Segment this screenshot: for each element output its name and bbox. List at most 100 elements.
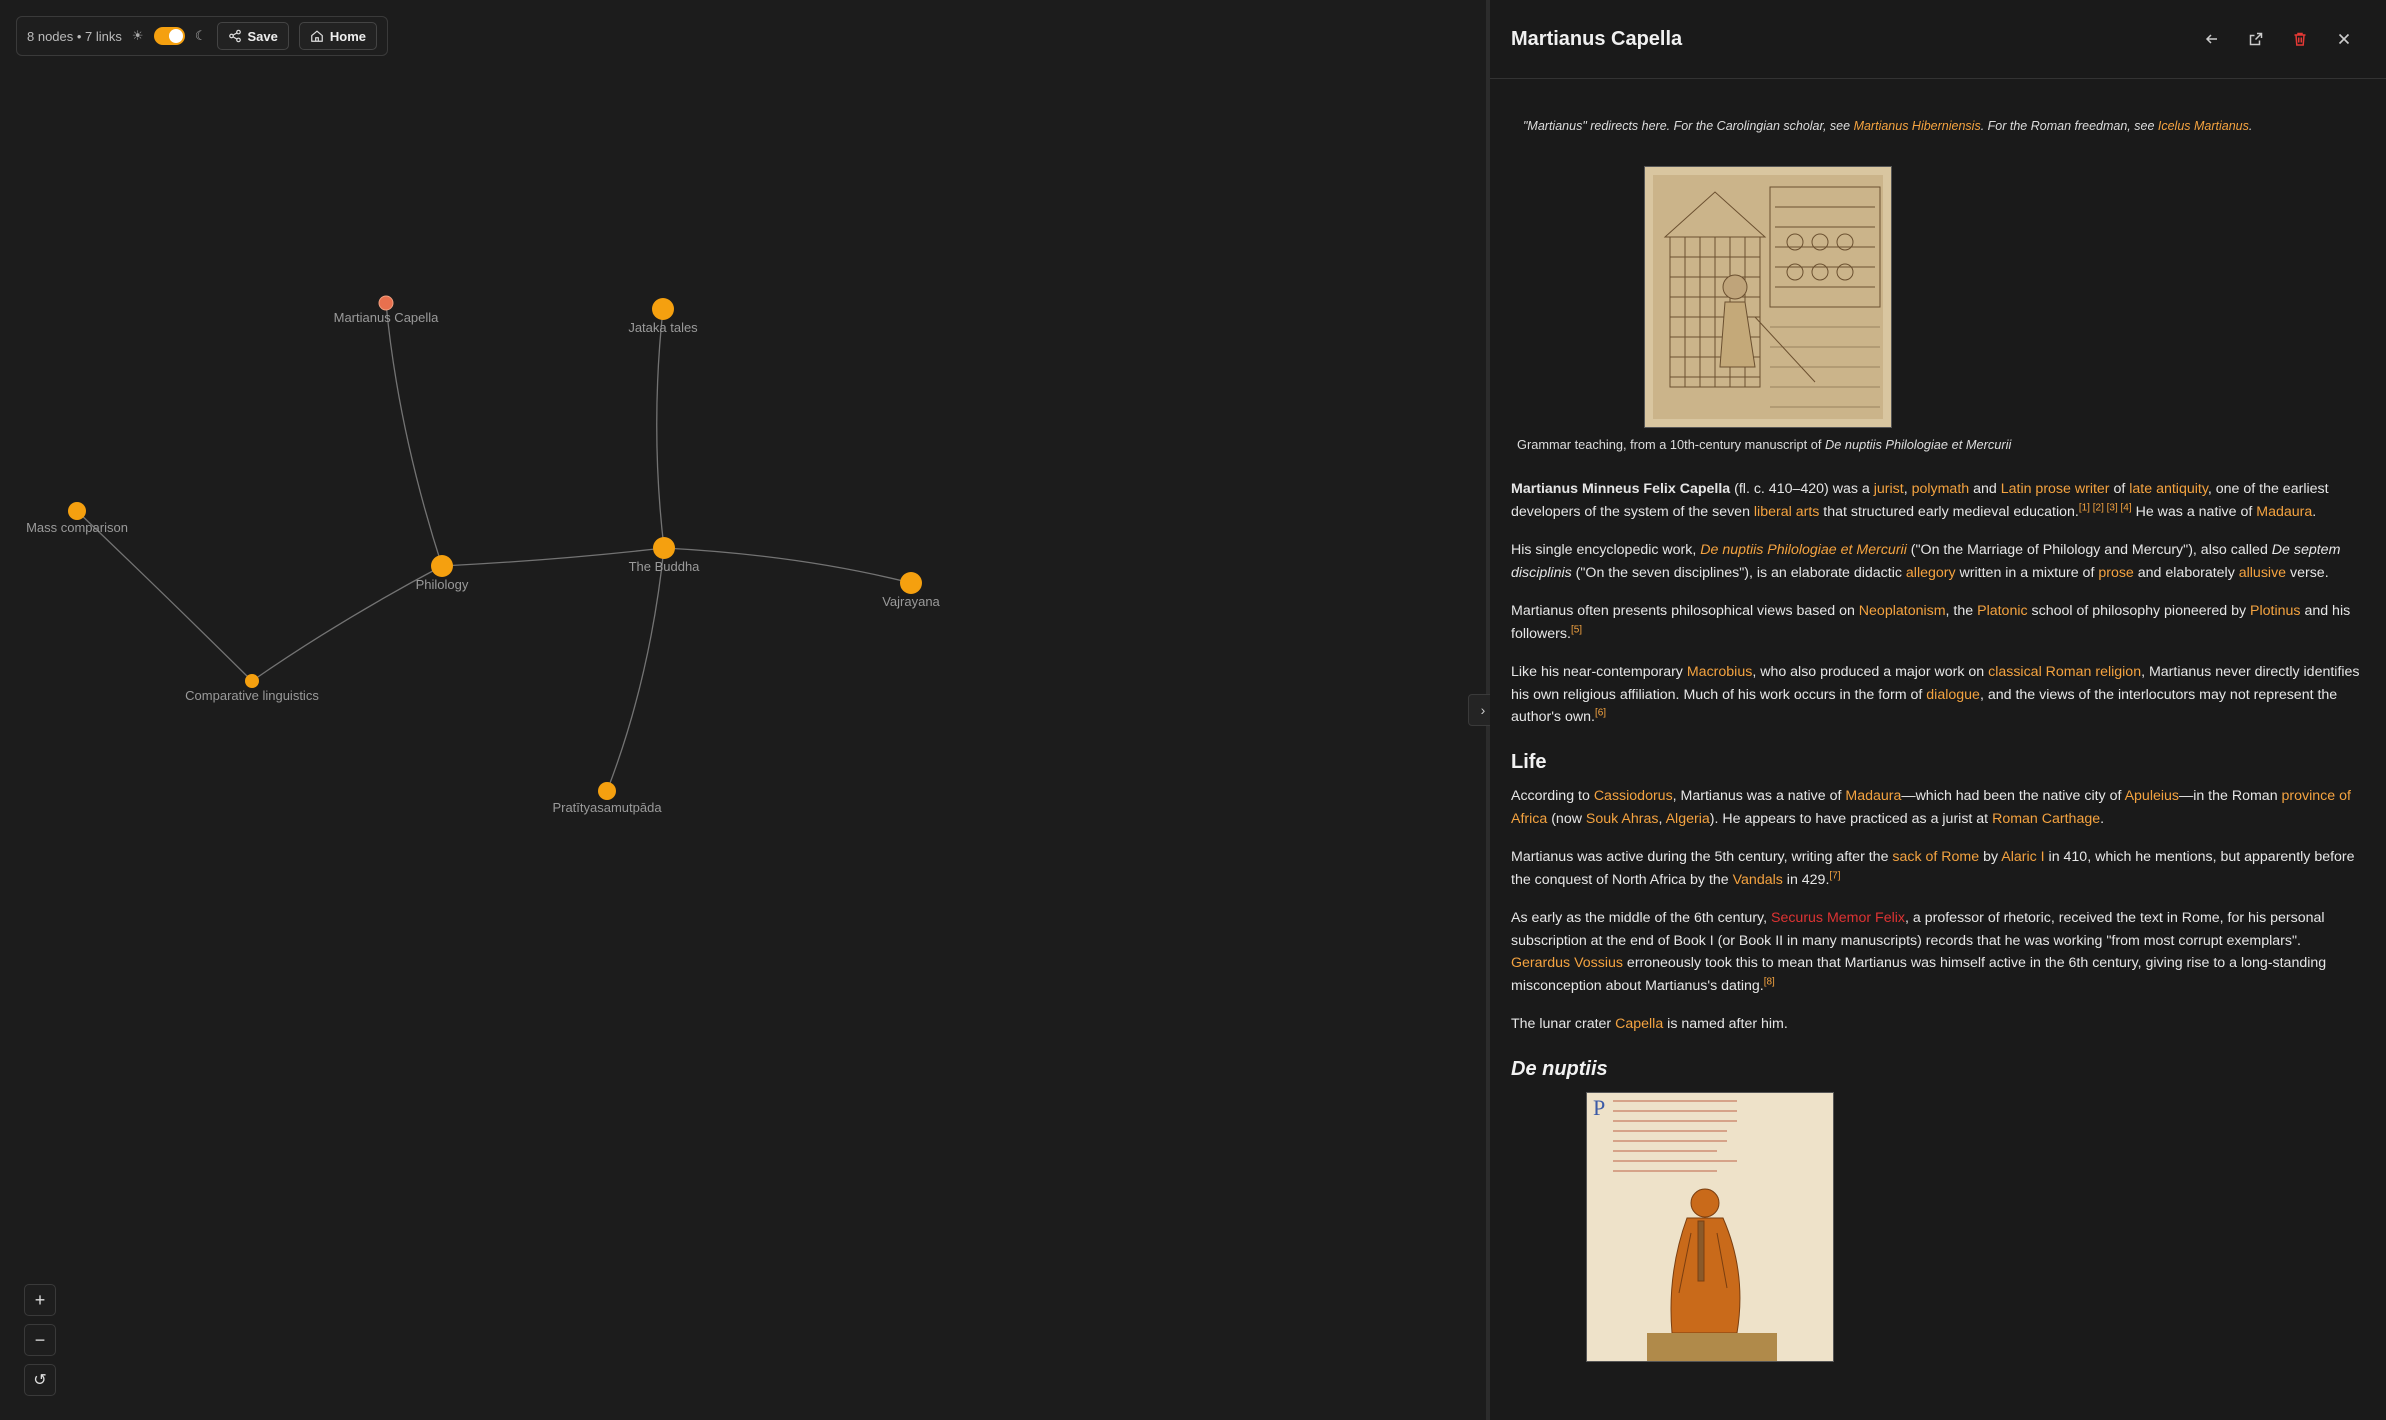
article-body: "Martianus" redirects here. For the Caro… [1490, 79, 2386, 1362]
link[interactable]: Plotinus [2250, 603, 2300, 619]
link[interactable]: Capella [1615, 1016, 1663, 1032]
text: Grammar teaching, from a 10th-century ma… [1517, 436, 1825, 452]
graph-node-martianus[interactable]: Martianus Capella [334, 295, 440, 325]
zoom-in-button[interactable]: + [24, 1284, 56, 1316]
delete-node-button[interactable] [2278, 31, 2322, 47]
link[interactable]: jurist [1874, 481, 1904, 497]
panel-title: Martianus Capella [1511, 27, 1683, 50]
link[interactable]: Madaura [2256, 504, 2312, 520]
paragraph: According to Cassiodorus, Martianus was … [1511, 785, 2360, 830]
home-button[interactable]: Home [298, 22, 377, 50]
link[interactable]: prose [2098, 565, 2134, 581]
link[interactable]: Vandals [1733, 872, 1783, 888]
graph-link [385, 302, 443, 567]
node-circle[interactable] [598, 782, 616, 800]
text: . [2100, 810, 2105, 827]
graph-link [663, 547, 912, 584]
citation[interactable]: [1] [2] [3] [4] [2079, 502, 2132, 513]
manuscript-image[interactable] [1644, 165, 1892, 428]
node-circle[interactable] [653, 537, 675, 559]
open-external-button[interactable] [2234, 31, 2278, 47]
moon-icon: ☾ [194, 28, 207, 43]
link[interactable]: liberal arts [1754, 504, 1819, 520]
paragraph: Martianus often presents philosophical v… [1511, 600, 2360, 645]
link[interactable]: De nuptiis Philologiae et Mercurii [1700, 542, 1907, 558]
text: Like his near-contemporary [1511, 664, 1687, 680]
graph-links [76, 302, 912, 792]
external-link-icon [2249, 32, 2263, 46]
text: is named after him. [1663, 1016, 1788, 1032]
link[interactable]: Neoplatonism [1859, 603, 1946, 619]
link[interactable]: Latin prose writer [2001, 481, 2110, 497]
graph-node-prat[interactable]: Pratītyasamutpāda [552, 782, 662, 815]
link[interactable]: allegory [1906, 565, 1956, 581]
text: , the [1945, 603, 1978, 619]
node-label: The Buddha [629, 559, 701, 574]
home-label: Home [329, 28, 366, 44]
link[interactable]: late antiquity [2129, 481, 2208, 497]
graph-node-philology[interactable]: Philology [416, 555, 469, 592]
link[interactable]: polymath [1912, 481, 1970, 497]
graph-svg[interactable]: Martianus Capella Jataka tales Mass compar… [0, 0, 1486, 1420]
text: . For the Roman freedman, see [1980, 119, 2158, 133]
citation[interactable]: [7] [1829, 870, 1840, 881]
node-label: Jataka tales [628, 320, 698, 335]
link[interactable]: Apuleius [2125, 788, 2179, 804]
link[interactable]: Madaura [1845, 788, 1901, 804]
text: De nuptiis Philologiae et Mercurii [1824, 436, 2012, 452]
link[interactable]: Alaric I [2001, 849, 2044, 865]
node-circle[interactable] [245, 674, 259, 688]
sun-icon: ☀ [131, 28, 144, 43]
reset-view-button[interactable]: ↺ [24, 1364, 56, 1396]
link[interactable]: allusive [2239, 565, 2286, 581]
link[interactable]: Martianus Hiberniensis [1854, 119, 1981, 133]
zoom-out-button[interactable]: − [24, 1324, 56, 1356]
reset-icon: ↺ [33, 1372, 47, 1389]
close-panel-button[interactable] [2322, 31, 2366, 47]
link[interactable]: Macrobius [1687, 664, 1752, 680]
citation[interactable]: [5] [1571, 624, 1582, 635]
graph-toolbar: 8 nodes • 7 links ☀ ☾ Save Home [16, 16, 388, 56]
node-circle[interactable] [900, 572, 922, 594]
text: and [1969, 481, 2001, 497]
graph-node-buddha[interactable]: The Buddha [629, 537, 701, 574]
toggle-knob [168, 29, 183, 43]
redlink[interactable]: Securus Memor Felix [1771, 910, 1905, 926]
back-icon [2205, 34, 2217, 44]
link[interactable]: classical Roman religion [1988, 664, 2141, 680]
graph-canvas[interactable]: Martianus Capella Jataka tales Mass compar… [0, 0, 1486, 1420]
node-circle[interactable] [652, 298, 674, 320]
link[interactable]: sack of Rome [1892, 849, 1979, 865]
node-label: Pratītyasamutpāda [552, 800, 662, 815]
back-button[interactable] [2190, 31, 2234, 47]
citation[interactable]: [8] [1764, 976, 1775, 987]
graph-node-jataka[interactable]: Jataka tales [628, 298, 698, 335]
link[interactable]: dialogue [1926, 687, 1980, 703]
hatnote: "Martianus" redirects here. For the Caro… [1511, 115, 2360, 138]
link[interactable]: Algeria [1666, 811, 1710, 827]
node-circle[interactable] [68, 502, 86, 520]
link[interactable]: Souk Ahras [1586, 811, 1659, 827]
section-heading-de-nuptiis: De nuptiis [1511, 1057, 1608, 1080]
graph-node-complin[interactable]: Comparative linguistics [185, 674, 319, 703]
citation[interactable]: [6] [1595, 707, 1606, 718]
link[interactable]: Roman Carthage [1992, 811, 2100, 827]
link[interactable]: Platonic [1977, 603, 2027, 619]
manuscript-image-2[interactable]: P [1586, 1092, 1834, 1362]
node-circle[interactable] [378, 295, 394, 311]
graph-stats: 8 nodes • 7 links [27, 28, 122, 44]
text: "Martianus" redirects here. For the Caro… [1523, 119, 1854, 133]
link[interactable]: Icelus Martianus [2158, 119, 2249, 133]
graph-link [606, 547, 665, 792]
link[interactable]: Gerardus Vossius [1511, 955, 1623, 971]
text: , Martianus was a native of [1672, 788, 1846, 804]
save-label: Save [247, 28, 278, 44]
node-circle[interactable] [431, 555, 453, 577]
graph-node-mass[interactable]: Mass comparison [26, 502, 128, 535]
paragraph: Martianus was active during the 5th cent… [1511, 846, 2360, 891]
link[interactable]: Cassiodorus [1594, 788, 1673, 804]
graph-link [656, 308, 665, 549]
minus-icon: − [34, 1329, 46, 1350]
save-button[interactable]: Save [216, 22, 289, 50]
theme-toggle[interactable] [153, 27, 185, 45]
